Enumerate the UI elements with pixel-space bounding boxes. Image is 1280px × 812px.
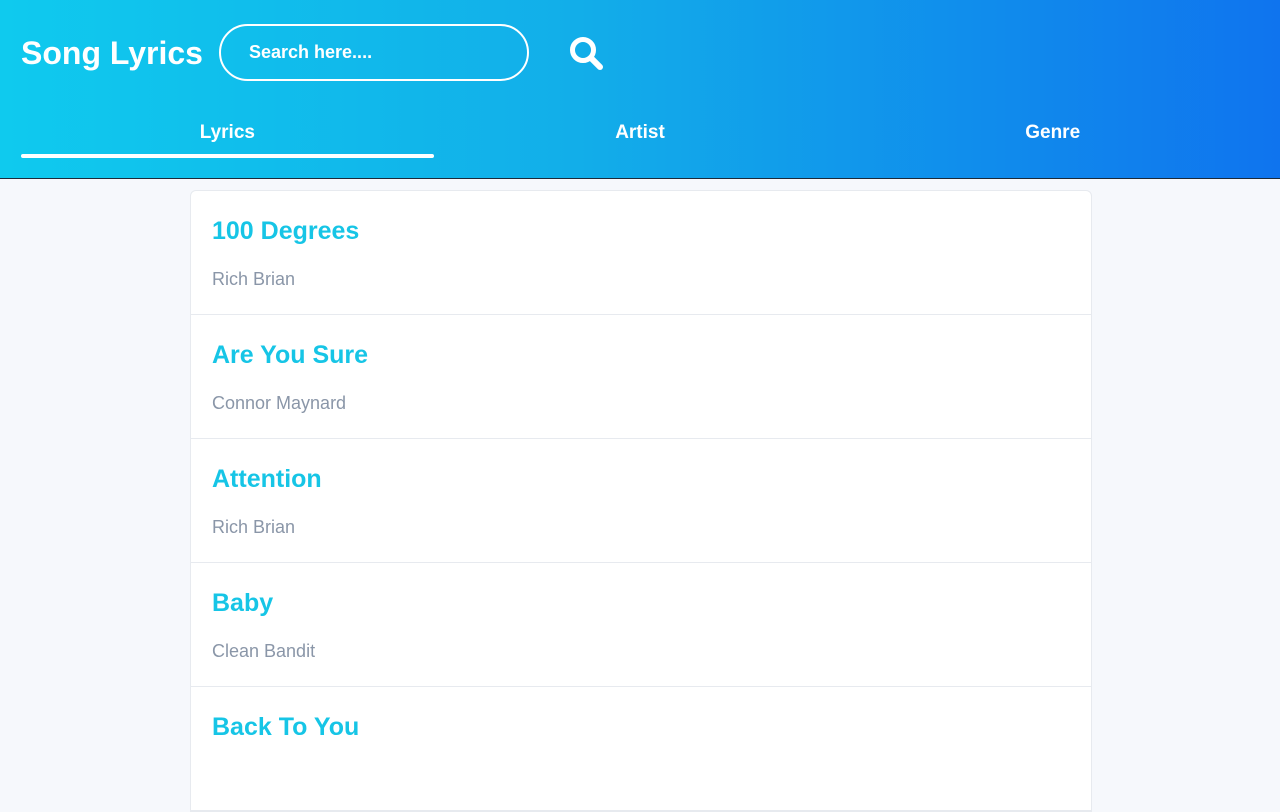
search-button[interactable] (566, 33, 606, 73)
song-artist: Rich Brian (212, 269, 296, 289)
song-artist: Rich Brian (212, 517, 296, 537)
song-artist: Clean Bandit (212, 641, 316, 661)
app-title: Song Lyrics (21, 35, 203, 71)
song-title[interactable]: Are You Sure (212, 341, 368, 370)
song-artist: Connor Maynard (212, 393, 347, 413)
song-list-item[interactable]: Back To You (191, 687, 1091, 811)
tab-artist[interactable]: Artist (434, 110, 847, 158)
song-list-item[interactable]: Baby Clean Bandit (191, 563, 1091, 687)
song-title[interactable]: 100 Degrees (212, 217, 359, 246)
song-list-item[interactable]: Are You Sure Connor Maynard (191, 315, 1091, 439)
song-title[interactable]: Attention (212, 465, 322, 494)
song-list-item[interactable]: 100 Degrees Rich Brian (191, 191, 1091, 315)
search-input[interactable] (219, 24, 529, 81)
tab-genre[interactable]: Genre (846, 110, 1259, 158)
song-title[interactable]: Baby (212, 589, 273, 618)
app-header: Song Lyrics Lyrics Artist Genre (0, 0, 1280, 179)
tab-lyrics[interactable]: Lyrics (21, 110, 434, 158)
song-list-item[interactable]: Attention Rich Brian (191, 439, 1091, 563)
song-title[interactable]: Back To You (212, 713, 359, 742)
song-list: 100 Degrees Rich Brian Are You Sure Conn… (190, 190, 1092, 812)
tab-bar: Lyrics Artist Genre (21, 110, 1259, 158)
search-icon (570, 37, 603, 70)
